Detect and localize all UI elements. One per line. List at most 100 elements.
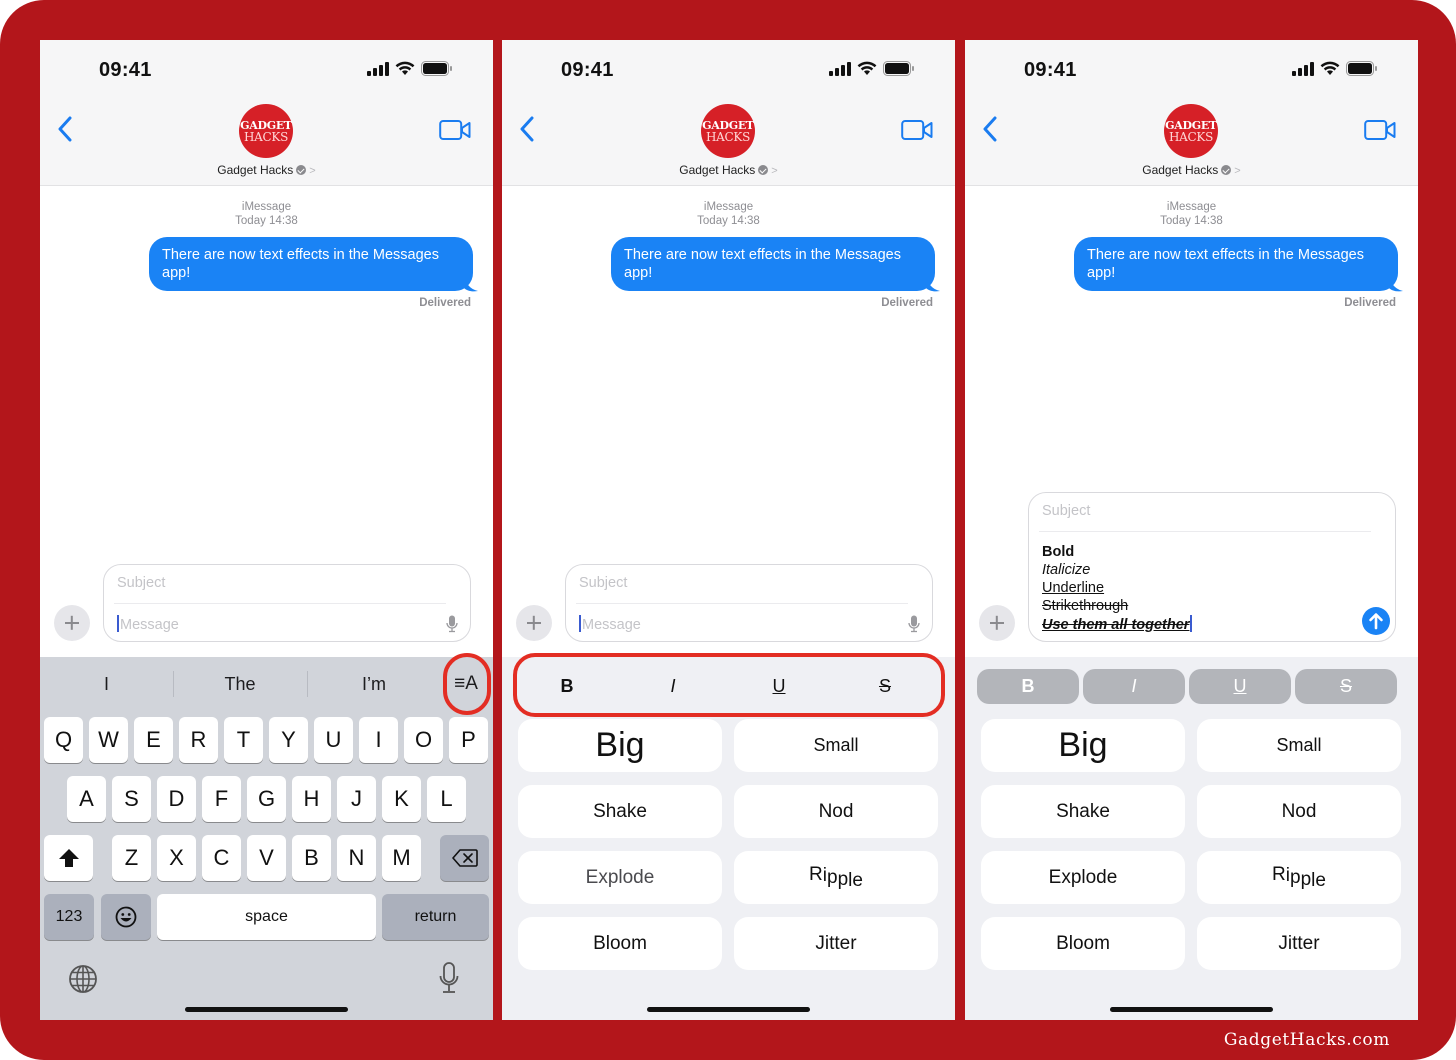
key-r[interactable]: R [179,717,218,763]
subject-input[interactable]: Subject [1042,503,1090,519]
key-v[interactable]: V [247,835,286,881]
text-effects-panel: B I U S Big Small Shake Nod Explode Ri p p l e Bloom Ji… [502,653,955,1020]
chevron-right-icon: > [771,165,778,177]
key-a[interactable]: A [67,776,106,822]
effect-shake-button[interactable]: Shake [518,785,722,838]
shift-arrow-icon [58,849,79,867]
message-input[interactable]: Bold Italicize Underline Strikethrough Use t… [1042,543,1193,634]
shift-key[interactable] [44,835,93,881]
effect-bloom-button[interactable]: Bloom [518,917,722,970]
compose-divider [114,603,446,604]
key-l[interactable]: L [427,776,466,822]
effect-jitter-button[interactable]: Jitter [1197,917,1401,970]
facetime-video-icon[interactable] [439,119,471,141]
wifi-icon [395,61,415,75]
dictation-mic-icon[interactable] [908,615,920,633]
add-attachment-button[interactable] [516,605,552,641]
effect-bloom-button[interactable]: Bloom [981,917,1185,970]
add-attachment-button[interactable] [979,605,1015,641]
key-d[interactable]: D [157,776,196,822]
compose-field[interactable]: Subject Message [103,564,471,642]
effect-shake-button[interactable]: Shake [981,785,1185,838]
format-strike-button[interactable]: S [1295,669,1397,704]
dictation-mic-icon[interactable] [446,615,458,633]
key-k[interactable]: K [382,776,421,822]
key-g[interactable]: G [247,776,286,822]
dictation-mic-icon[interactable] [439,962,459,994]
key-f[interactable]: F [202,776,241,822]
key-t[interactable]: T [224,717,263,763]
compose-field[interactable]: Subject Bold Italicize Underline Strikethro… [1028,492,1396,642]
key-b[interactable]: B [292,835,331,881]
key-y[interactable]: Y [269,717,308,763]
message-input[interactable]: Message [579,615,641,633]
effect-small-button[interactable]: Small [1197,719,1401,772]
suggestion-item[interactable]: I [40,657,173,711]
back-chevron-icon[interactable] [516,114,538,144]
delete-key[interactable] [440,835,489,881]
sent-message-bubble[interactable]: There are now text effects in the Messag… [611,237,935,291]
formatted-text-line: Bold [1042,544,1075,560]
message-input[interactable]: Message [117,615,179,633]
contact-name-row[interactable]: Gadget Hacks > [40,163,493,177]
contact-avatar[interactable]: GADGET HACKS [701,104,755,158]
space-key[interactable]: space [157,894,376,940]
return-key[interactable]: return [382,894,489,940]
home-indicator[interactable] [185,1007,348,1012]
key-m[interactable]: M [382,835,421,881]
service-label: iMessage [241,201,292,213]
key-h[interactable]: H [292,776,331,822]
contact-name-row[interactable]: Gadget Hacks > [502,163,955,177]
effect-nod-button[interactable]: Nod [734,785,938,838]
key-e[interactable]: E [134,717,173,763]
subject-input[interactable]: Subject [117,575,165,591]
sent-message-bubble[interactable]: There are now text effects in the Messag… [1074,237,1398,291]
back-chevron-icon[interactable] [979,114,1001,144]
effect-ripple-button[interactable]: Ripple [1197,851,1401,904]
sent-message-bubble[interactable]: There are now text effects in the Messag… [149,237,473,291]
key-s[interactable]: S [112,776,151,822]
effect-jitter-button[interactable]: Jitter [734,917,938,970]
subject-input[interactable]: Subject [579,575,627,591]
suggestion-item[interactable]: I’m [307,657,441,711]
numbers-key[interactable]: 123 [44,894,94,940]
add-attachment-button[interactable] [54,605,90,641]
key-j[interactable]: J [337,776,376,822]
effect-explode-button[interactable]: Explode [518,851,722,904]
back-chevron-icon[interactable] [54,114,76,144]
effect-small-button[interactable]: Small [734,719,938,772]
key-w[interactable]: W [89,717,128,763]
format-underline-button[interactable]: U [1189,669,1291,704]
key-x[interactable]: X [157,835,196,881]
key-n[interactable]: N [337,835,376,881]
contact-avatar[interactable]: GADGET HACKS [239,104,293,158]
contact-avatar[interactable]: GADGET HACKS [1164,104,1218,158]
key-c[interactable]: C [202,835,241,881]
emoji-icon [115,906,137,928]
verified-badge-icon [1221,165,1232,175]
emoji-key[interactable] [101,894,151,940]
key-u[interactable]: U [314,717,353,763]
key-z[interactable]: Z [112,835,151,881]
key-p[interactable]: P [449,717,488,763]
home-indicator[interactable] [1110,1007,1273,1012]
send-button[interactable] [1362,607,1390,635]
key-q[interactable]: Q [44,717,83,763]
effect-big-button[interactable]: Big [518,719,722,772]
format-bold-button[interactable]: B [977,669,1079,704]
facetime-video-icon[interactable] [901,119,933,141]
key-o[interactable]: O [404,717,443,763]
facetime-video-icon[interactable] [1364,119,1396,141]
effect-explode-button[interactable]: Explode [981,851,1185,904]
key-i[interactable]: I [359,717,398,763]
cellular-signal-icon [829,61,851,76]
format-italic-button[interactable]: I [1083,669,1185,704]
globe-icon[interactable] [68,964,98,994]
compose-field[interactable]: Subject Message [565,564,933,642]
contact-name-row[interactable]: Gadget Hacks > [965,163,1418,177]
effect-nod-button[interactable]: Nod [1197,785,1401,838]
home-indicator[interactable] [647,1007,810,1012]
suggestion-item[interactable]: The [173,657,307,711]
effect-ripple-button[interactable]: Ripple [734,851,938,904]
effect-big-button[interactable]: Big [981,719,1185,772]
